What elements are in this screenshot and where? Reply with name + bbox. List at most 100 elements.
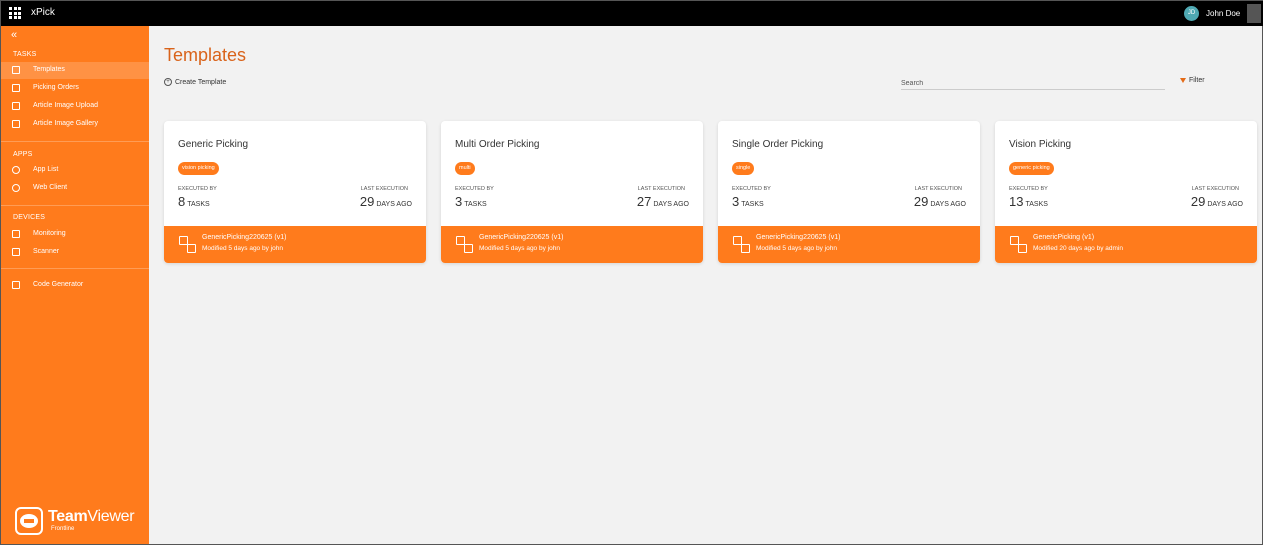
tasks-unit: TASKS [464,201,487,208]
apps-grid-icon[interactable] [9,7,21,19]
scanner-icon [12,248,20,256]
last-execution-label: LAST EXECUTION [1191,186,1239,192]
sidebar-item-code-generator[interactable]: Code Generator [1,277,149,294]
brand-name: TeamViewer [48,508,135,526]
days-unit: DAYS AGO [653,201,689,208]
workflow-version: (v1) [274,234,287,241]
sidebar-item-label: Article Image Gallery [33,120,98,127]
app-list-icon [12,166,20,174]
last-execution-value: 29 DAYS AGO [1191,194,1243,209]
card-title: Multi Order Picking [455,139,540,150]
executed-by-label: EXECUTED BY [455,186,494,192]
tasks-count: 8 [178,194,186,209]
card-tag: multi [455,162,475,175]
workflow-version: (v1) [828,234,841,241]
sidebar-section-devices: DEVICES [13,214,46,221]
workflow-name: GenericPicking (v1) [1033,234,1094,241]
workflow-id: GenericPicking220625 [756,234,827,241]
executed-tasks: 3 TASKS [732,194,764,209]
card-footer[interactable]: GenericPicking (v1) Modified 20 days ago… [995,226,1257,263]
workflow-name: GenericPicking220625 (v1) [202,234,286,241]
monitoring-icon [12,230,20,238]
days-count: 29 [913,194,929,209]
search-input[interactable] [901,78,1165,90]
workflow-modified: Modified 20 days ago by admin [1033,245,1123,252]
avatar[interactable]: JD [1184,6,1199,21]
create-template-button[interactable]: + Create Template [164,77,226,87]
workflow-modified: Modified 5 days ago by john [202,245,283,252]
workflow-id: GenericPicking220625 [202,234,273,241]
sidebar-item-web-client[interactable]: Web Client [1,180,149,197]
template-card[interactable]: Generic Picking vision picking EXECUTED … [164,121,426,263]
executed-by-label: EXECUTED BY [178,186,217,192]
tasks-unit: TASKS [741,201,764,208]
plus-circle-icon: + [164,78,172,86]
days-unit: DAYS AGO [376,201,412,208]
workflow-name: GenericPicking220625 (v1) [479,234,563,241]
last-execution-value: 29 DAYS AGO [360,194,412,209]
sidebar: « TASKS Templates Picking Orders Article… [1,26,149,544]
create-template-label: Create Template [175,78,227,86]
sidebar-section-apps: APPS [13,151,33,158]
sidebar-item-app-list[interactable]: App List [1,162,149,179]
sidebar-item-templates[interactable]: Templates [1,62,149,79]
card-footer[interactable]: GenericPicking220625 (v1) Modified 5 day… [164,226,426,263]
workflow-icon [733,236,750,253]
workflow-icon [456,236,473,253]
workflow-modified: Modified 5 days ago by john [479,245,560,252]
sidebar-divider [1,141,149,142]
sidebar-divider [1,205,149,206]
template-card[interactable]: Vision Picking generic picking EXECUTED … [995,121,1257,263]
last-execution-value: 27 DAYS AGO [637,194,689,209]
brand-subtitle: Frontline [51,526,75,532]
sidebar-item-label: Article Image Upload [33,102,98,109]
executed-by-label: EXECUTED BY [732,186,771,192]
executed-tasks: 13 TASKS [1009,194,1048,209]
card-tag: single [732,162,755,175]
list-icon [12,84,20,92]
template-card[interactable]: Multi Order Picking multi EXECUTED BY 3T… [441,121,703,263]
sidebar-item-label: Picking Orders [33,84,79,91]
sidebar-item-label: Scanner [33,248,60,255]
brand-name-bold: Team [48,508,88,525]
sidebar-item-article-image-upload[interactable]: Article Image Upload [1,98,149,115]
card-footer[interactable]: GenericPicking220625 (v1) Modified 5 day… [718,226,980,263]
card-title: Vision Picking [1009,139,1072,150]
collapse-sidebar-icon[interactable]: « [11,30,17,41]
card-footer[interactable]: GenericPicking220625 (v1) Modified 5 day… [441,226,703,263]
workflow-modified: Modified 5 days ago by john [756,245,837,252]
card-title: Generic Picking [178,139,249,150]
workflow-id: GenericPicking [1033,234,1081,241]
card-tag: generic picking [1009,162,1054,175]
sidebar-item-label: App List [33,166,59,173]
sidebar-item-label: Monitoring [33,230,66,237]
user-name[interactable]: John Doe [1206,9,1240,18]
tasks-unit: TASKS [1025,201,1048,208]
sidebar-item-article-image-gallery[interactable]: Article Image Gallery [1,116,149,133]
account-switch-icon[interactable] [1247,4,1261,23]
sidebar-item-scanner[interactable]: Scanner [1,244,149,261]
card-tag: vision picking [178,162,219,175]
tasks-count: 3 [732,194,740,209]
executed-tasks: 8 TASKS [178,194,210,209]
workflow-version: (v1) [551,234,564,241]
filter-label: Filter [1189,77,1205,84]
play-circle-icon [12,184,20,192]
executed-tasks: 3 TASKS [455,194,487,209]
teamviewer-logo-icon [15,507,43,535]
workflow-icon [179,236,196,253]
sidebar-item-label: Code Generator [33,281,84,288]
templates-icon [12,66,20,74]
days-count: 29 [359,194,375,209]
card-title: Single Order Picking [732,139,824,150]
code-generator-icon [12,281,20,289]
executed-by-label: EXECUTED BY [1009,186,1048,192]
sidebar-item-monitoring[interactable]: Monitoring [1,226,149,243]
app-name: xPick [31,7,55,18]
sidebar-divider [1,268,149,269]
workflow-version: (v1) [1082,234,1095,241]
tasks-count: 3 [455,194,463,209]
template-card[interactable]: Single Order Picking single EXECUTED BY … [718,121,980,263]
sidebar-item-picking-orders[interactable]: Picking Orders [1,80,149,97]
filter-button[interactable]: Filter [1180,77,1205,84]
